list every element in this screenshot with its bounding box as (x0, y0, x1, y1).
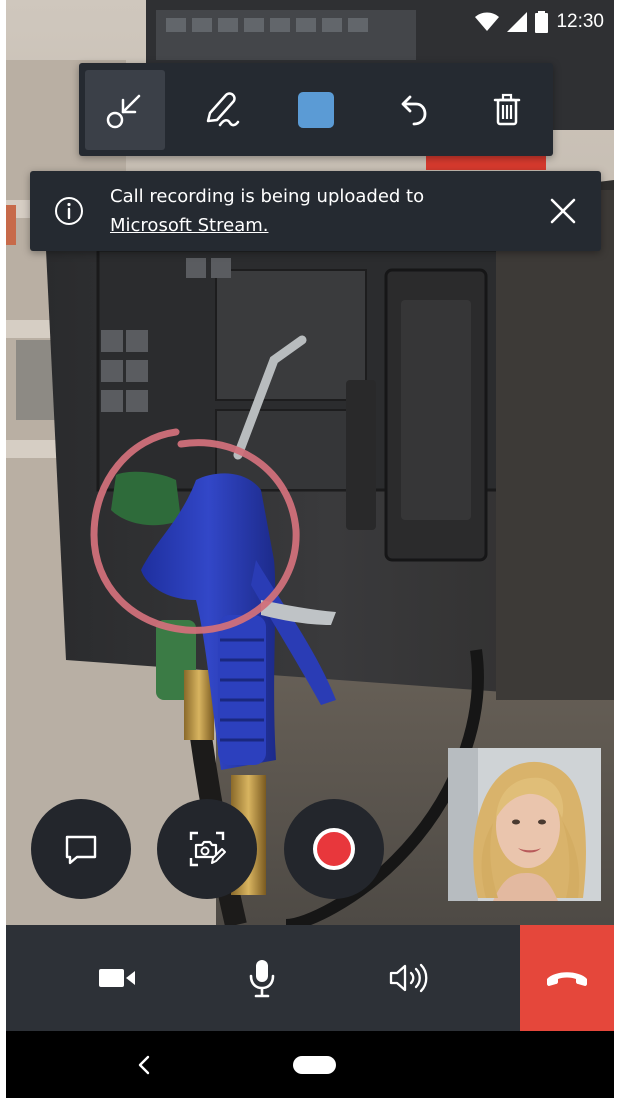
back-button[interactable] (124, 1045, 164, 1085)
snapshot-button[interactable] (157, 799, 257, 899)
arrow-tool[interactable] (85, 69, 165, 150)
self-view-image (448, 748, 601, 901)
arrow-pointer-icon (106, 94, 141, 128)
record-button[interactable] (284, 799, 384, 899)
color-picker[interactable] (276, 70, 356, 150)
chat-button[interactable] (31, 799, 131, 899)
video-camera-icon (99, 969, 135, 987)
delete-tool[interactable] (467, 70, 547, 150)
record-icon (313, 828, 355, 870)
ink-tool[interactable] (181, 70, 261, 150)
back-icon (138, 1055, 150, 1075)
home-pill[interactable] (293, 1056, 336, 1074)
close-icon (550, 198, 576, 224)
hang-up[interactable] (520, 925, 614, 1031)
color-swatch (298, 91, 334, 128)
undo-tool[interactable] (372, 70, 452, 150)
camera-annotate-icon (189, 831, 226, 867)
status-time: 12:30 (556, 11, 604, 32)
status-bar: 12:30 (475, 0, 614, 44)
banner-text: Call recording is being uploaded to (110, 186, 425, 207)
info-icon (55, 197, 83, 225)
pen-icon (206, 91, 239, 126)
trash-icon (493, 93, 521, 125)
microsoft-stream-link[interactable]: Microsoft Stream. (110, 215, 268, 236)
microphone-icon (249, 960, 275, 998)
call-controls-bar (6, 925, 614, 1031)
speaker-icon (389, 963, 428, 993)
phone-hangup-icon (547, 972, 587, 986)
mic-toggle[interactable] (217, 925, 307, 1031)
speaker-toggle[interactable] (363, 925, 453, 1031)
wifi-icon (475, 12, 500, 32)
phone-screen: 12:30 Call recording is being uploaded t… (6, 0, 614, 1098)
cell-signal-icon (507, 12, 528, 32)
system-nav-bar (6, 1031, 614, 1098)
banner-message: Call recording is being uploaded to Micr… (84, 182, 543, 240)
undo-icon (401, 95, 426, 125)
annotation-toolbar (79, 63, 553, 156)
banner-close-button[interactable] (543, 191, 583, 231)
battery-icon (535, 11, 549, 33)
self-view-video[interactable] (448, 748, 601, 901)
video-toggle[interactable] (72, 925, 162, 1031)
recording-upload-banner: Call recording is being uploaded to Micr… (30, 171, 601, 251)
chat-bubble-icon (65, 835, 97, 865)
